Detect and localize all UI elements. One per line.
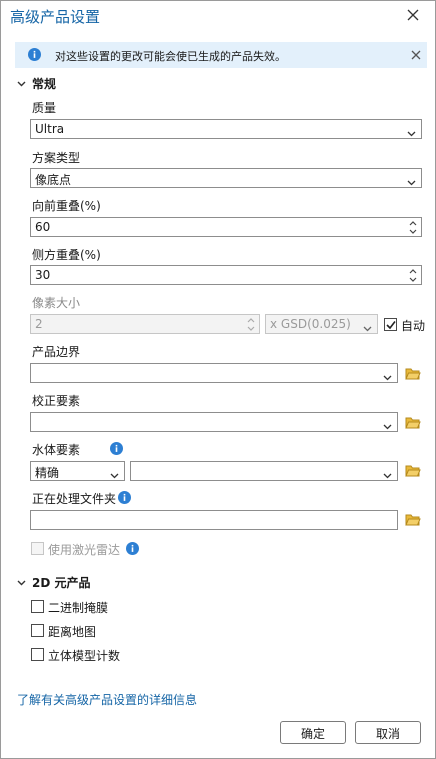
water-features-mode-select[interactable]: 精确	[30, 461, 125, 481]
chevron-down-icon	[383, 370, 392, 382]
quality-label: 质量	[32, 101, 57, 115]
scenario-type-label: 方案类型	[32, 151, 81, 165]
info-icon	[28, 48, 41, 64]
forward-overlap-label: 向前重叠(%)	[32, 199, 101, 213]
pixel-size-input[interactable]: 2	[30, 314, 260, 334]
products-2d-section-header[interactable]: 2D 元产品	[17, 574, 91, 591]
side-overlap-value: 30	[35, 268, 51, 282]
browse-folder-icon[interactable]	[405, 513, 421, 527]
chevron-down-icon	[383, 419, 392, 431]
quality-value: Ultra	[35, 122, 65, 136]
auto-checkbox[interactable]	[384, 318, 397, 331]
browse-folder-icon[interactable]	[405, 416, 421, 430]
learn-more-link[interactable]: 了解有关高级产品设置的详细信息	[17, 691, 197, 708]
product-boundary-label: 产品边界	[32, 345, 81, 359]
chevron-down-icon	[17, 575, 26, 589]
chevron-down-icon	[363, 321, 372, 333]
correction-features-select[interactable]	[30, 412, 398, 432]
water-features-label: 水体要素	[32, 443, 81, 457]
water-features-mode: 精确	[35, 466, 60, 480]
banner-message: 对这些设置的更改可能会使已生成的产品失效。	[55, 50, 286, 63]
product-boundary-select[interactable]	[30, 363, 398, 383]
spinner-icon[interactable]	[408, 219, 418, 236]
pixel-size-unit: x GSD(0.025)	[270, 317, 351, 331]
forward-overlap-value: 60	[35, 220, 51, 234]
processing-folder-input[interactable]	[30, 510, 398, 530]
browse-folder-icon[interactable]	[405, 464, 421, 478]
use-lidar-checkbox[interactable]	[31, 542, 44, 555]
info-icon[interactable]	[126, 542, 139, 555]
chevron-down-icon	[17, 76, 26, 90]
side-overlap-input[interactable]: 30	[30, 265, 422, 285]
warning-banner: 对这些设置的更改可能会使已生成的产品失效。	[15, 42, 427, 68]
chevron-down-icon	[383, 468, 392, 480]
water-features-select[interactable]	[130, 461, 398, 481]
auto-label: 自动	[401, 319, 426, 333]
scenario-type-select[interactable]: 像底点	[30, 168, 422, 188]
scenario-type-value: 像底点	[35, 173, 72, 187]
distance-map-checkbox[interactable]	[31, 624, 44, 637]
stereo-model-count-checkbox[interactable]	[31, 648, 44, 661]
close-icon[interactable]	[406, 8, 420, 22]
info-icon[interactable]	[118, 491, 131, 504]
dismiss-banner-icon[interactable]	[411, 49, 421, 63]
browse-folder-icon[interactable]	[405, 367, 421, 381]
binary-mask-label: 二进制掩膜	[48, 601, 109, 615]
info-icon[interactable]	[110, 442, 123, 455]
general-section-header[interactable]: 常规	[17, 75, 56, 92]
use-lidar-label: 使用激光雷达	[48, 543, 121, 557]
dialog-title: 高级产品设置	[10, 8, 101, 26]
quality-select[interactable]: Ultra	[30, 119, 422, 139]
chevron-down-icon	[407, 126, 416, 138]
binary-mask-checkbox[interactable]	[31, 600, 44, 613]
pixel-size-label: 像素大小	[32, 296, 81, 310]
pixel-size-value: 2	[35, 317, 43, 331]
products-2d-section-title: 2D 元产品	[32, 576, 91, 590]
pixel-size-unit-select[interactable]: x GSD(0.025)	[265, 314, 378, 334]
advanced-product-settings-dialog: 高级产品设置 对这些设置的更改可能会使已生成的产品失效。 常规 质量 Ultra…	[0, 0, 436, 759]
side-overlap-label: 侧方重叠(%)	[32, 248, 101, 262]
ok-button[interactable]: 确定	[280, 721, 346, 744]
correction-features-label: 校正要素	[32, 394, 81, 408]
chevron-down-icon	[110, 468, 119, 480]
spinner-icon[interactable]	[246, 316, 256, 333]
distance-map-label: 距离地图	[48, 625, 97, 639]
spinner-icon[interactable]	[408, 267, 418, 284]
chevron-down-icon	[407, 175, 416, 187]
general-section-title: 常规	[32, 77, 57, 91]
forward-overlap-input[interactable]: 60	[30, 217, 422, 237]
cancel-button[interactable]: 取消	[355, 721, 421, 744]
checkmark-icon	[386, 321, 396, 330]
title-bar: 高级产品设置	[1, 1, 435, 32]
processing-folder-label: 正在处理文件夹	[32, 492, 117, 506]
stereo-model-count-label: 立体模型计数	[48, 649, 121, 663]
